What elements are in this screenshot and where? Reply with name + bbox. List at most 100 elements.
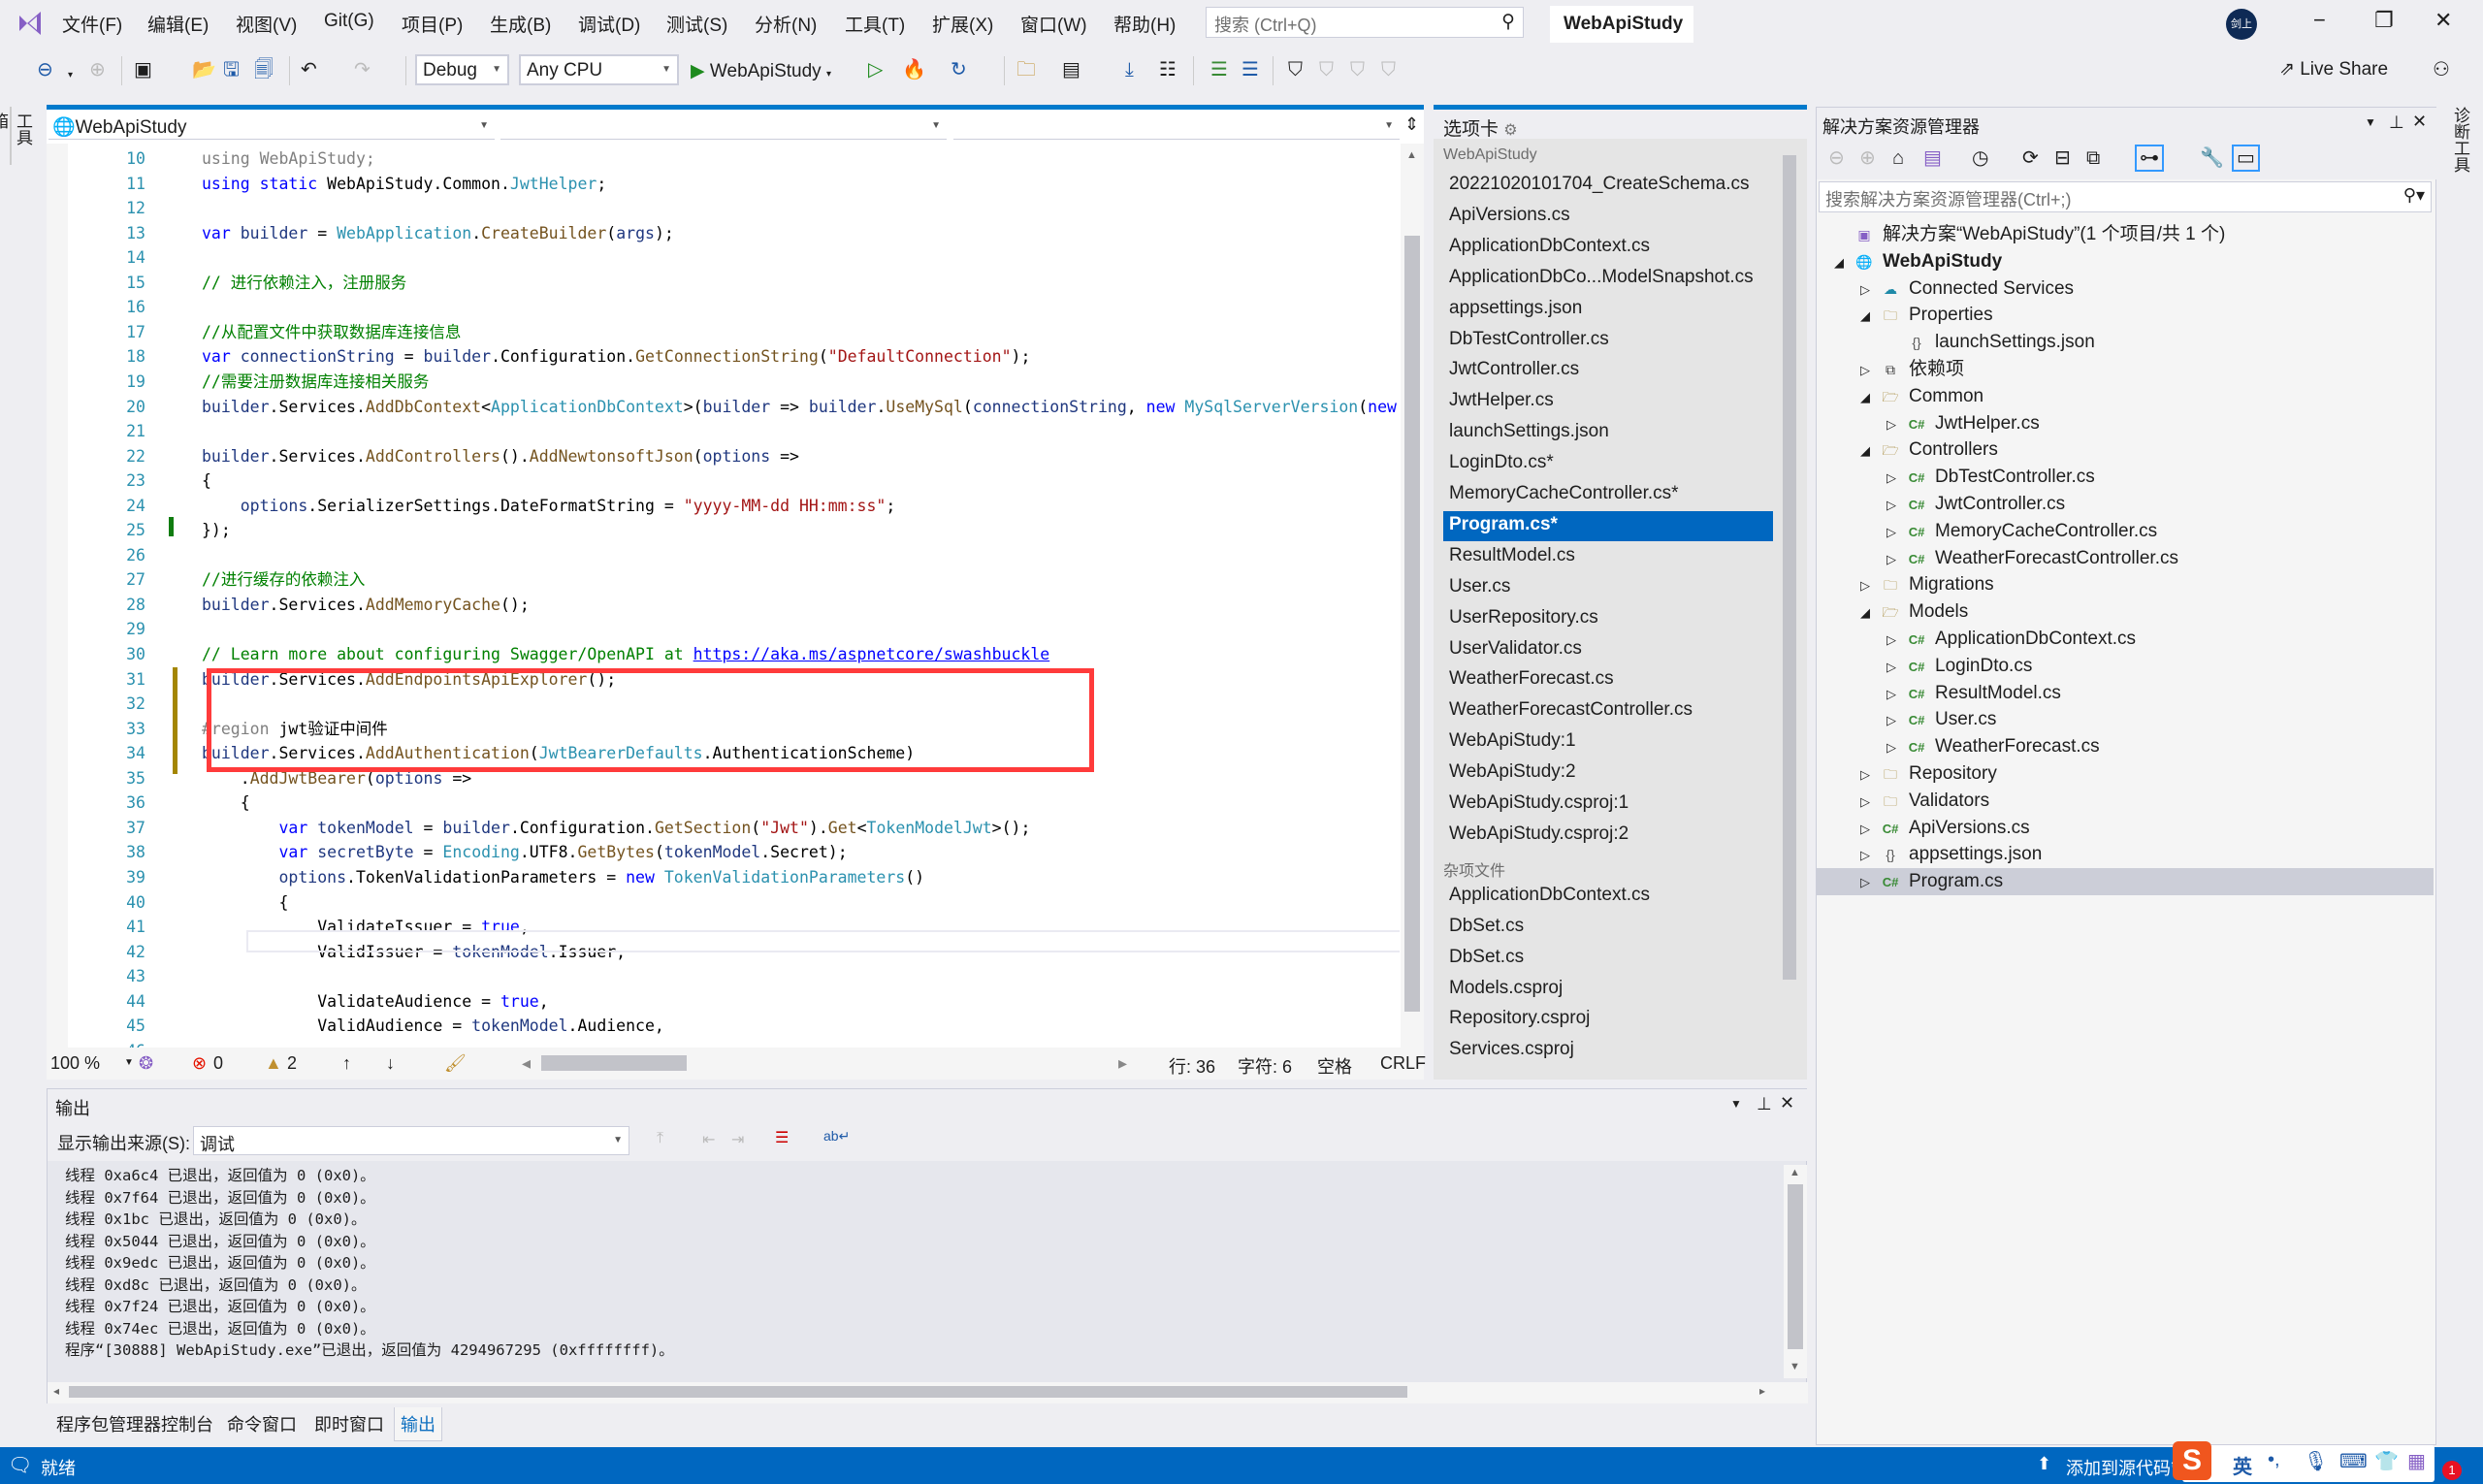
tab-entry[interactable]: LoginDto.cs* (1443, 449, 1773, 479)
output-vertical-scrollbar[interactable]: ▲ ▼ (1784, 1165, 1807, 1378)
pin-icon[interactable]: ⊥ (2389, 113, 2404, 133)
scroll-right-icon[interactable]: ▸ (1759, 1384, 1765, 1398)
prev-issue-icon[interactable]: ↑ (342, 1053, 351, 1074)
tree-item[interactable]: ▷ 🗀 Migrations (1817, 571, 2434, 598)
tree-item[interactable]: ▷ C# JwtController.cs (1817, 491, 2434, 518)
collapsed-arrow-icon[interactable]: ▷ (1886, 465, 1904, 492)
collapsed-arrow-icon[interactable]: ▷ (1886, 734, 1904, 761)
forward-icon[interactable]: ⊕ (89, 58, 106, 81)
switch-views-icon[interactable]: ▤ (1923, 146, 1942, 170)
intellicode-icon[interactable]: ❂ (139, 1053, 153, 1074)
punctuation-icon[interactable]: •, (2268, 1449, 2280, 1471)
scroll-down-icon[interactable]: ▼ (1790, 1361, 1800, 1372)
save-all-icon[interactable]: 🗐 (254, 58, 274, 81)
keyboard-icon[interactable]: ⌨ (2339, 1449, 2368, 1473)
collapsed-arrow-icon[interactable]: ▷ (1860, 357, 1878, 384)
tab-entry[interactable]: MemoryCacheController.cs* (1443, 480, 1773, 510)
menu-item[interactable]: 工具(T) (845, 11, 905, 37)
menu-item[interactable]: 帮助(H) (1113, 11, 1176, 37)
minimize-button[interactable]: − (2313, 8, 2326, 33)
show-all-files-icon[interactable]: ⧉ (2086, 146, 2100, 170)
expanded-arrow-icon[interactable]: ◢ (1860, 437, 1878, 465)
collapsed-arrow-icon[interactable]: ▷ (1886, 546, 1904, 573)
diagnostic-tools-tab[interactable]: 诊断工具 (2448, 107, 2472, 179)
notification-badge[interactable]: 1 (2442, 1461, 2462, 1480)
properties-wrench-icon[interactable]: 🔧 (2200, 146, 2224, 170)
scroll-up-icon[interactable]: ▲ (1406, 149, 1417, 161)
refresh-icon[interactable]: ↻ (951, 58, 967, 81)
collapsed-arrow-icon[interactable]: ▷ (1860, 842, 1878, 869)
menu-item[interactable]: 扩展(X) (932, 11, 993, 37)
scroll-thumb[interactable] (1404, 236, 1420, 1012)
tree-item[interactable]: ◢ 🗀 Properties (1817, 302, 2434, 329)
type-nav-dropdown[interactable]: ▼ (500, 113, 947, 140)
clear-all-icon[interactable]: ☰ (775, 1128, 789, 1147)
pending-changes-icon[interactable]: ◷ (1972, 146, 1988, 170)
tab-entry[interactable]: DbTestController.cs (1443, 326, 1773, 356)
horizontal-scroll-thumb[interactable] (541, 1055, 687, 1071)
home-icon[interactable]: ⌂ (1892, 146, 1904, 170)
tab-entry[interactable]: WebApiStudy.csproj:1 (1443, 790, 1773, 820)
bottom-tab[interactable]: 输出 (394, 1407, 442, 1441)
scroll-right-icon[interactable]: ▸ (1118, 1053, 1127, 1074)
scroll-up-icon[interactable]: ▲ (1790, 1167, 1800, 1178)
tree-item[interactable]: {} launchSettings.json (1817, 329, 2434, 356)
solution-search-input[interactable]: 搜索解决方案资源管理器(Ctrl+;) ⚲▾ (1819, 181, 2432, 212)
tab-entry[interactable]: Services.csproj (1443, 1036, 1773, 1066)
tree-item[interactable]: ▷ ☁ Connected Services (1817, 275, 2434, 303)
open-file-icon[interactable]: 📂 (192, 58, 216, 81)
close-window-button[interactable]: ✕ (2435, 8, 2452, 33)
tab-entry[interactable]: 20221020101704_CreateSchema.cs (1443, 171, 1773, 201)
feedback-icon[interactable]: ⚇ (2433, 58, 2450, 81)
tab-entry[interactable]: UserRepository.cs (1443, 604, 1773, 634)
word-wrap-icon[interactable]: ab↵ (823, 1128, 850, 1145)
microphone-icon[interactable]: 🎙 (2304, 1449, 2328, 1473)
tree-item[interactable]: ▷ C# LoginDto.cs (1817, 653, 2434, 680)
new-project-icon[interactable]: ▣ (134, 58, 152, 81)
collapsed-arrow-icon[interactable]: ▷ (1860, 276, 1878, 304)
step-icon[interactable]: ⤓ (1125, 58, 1134, 81)
collapsed-arrow-icon[interactable]: ▷ (1860, 816, 1878, 843)
bottom-tab[interactable]: 命令窗口 (221, 1407, 303, 1440)
tree-item[interactable]: ▷ C# ApiVersions.cs (1817, 815, 2434, 842)
tab-entry[interactable]: ApplicationDbContext.cs (1443, 882, 1773, 912)
collapsed-arrow-icon[interactable]: ▷ (1886, 519, 1904, 546)
redo-icon[interactable]: ↷ (354, 58, 371, 81)
comment-icon[interactable]: ☰ (1210, 58, 1228, 81)
menu-item[interactable]: Git(G) (324, 11, 374, 32)
collapsed-arrow-icon[interactable]: ▷ (1886, 654, 1904, 681)
scroll-left-icon[interactable]: ◂ (522, 1053, 531, 1074)
member-nav-dropdown[interactable]: ▼ (953, 113, 1400, 140)
close-icon[interactable]: ✕ (2412, 112, 2427, 132)
tab-entry[interactable]: WeatherForecastController.cs (1443, 696, 1773, 726)
warning-count[interactable]: 2 (287, 1053, 297, 1074)
collapsed-arrow-icon[interactable]: ▷ (1886, 627, 1904, 654)
save-icon[interactable]: 🖫 (223, 58, 240, 81)
tab-entry[interactable]: Models.csproj (1443, 975, 1773, 1005)
menu-item[interactable]: 分析(N) (755, 11, 817, 37)
expanded-arrow-icon[interactable]: ◢ (1834, 249, 1852, 276)
error-icon[interactable]: ⊗ (192, 1053, 207, 1074)
search-input[interactable]: 搜索 (Ctrl+Q) ⚲ (1206, 7, 1524, 38)
menu-item[interactable]: 视图(V) (236, 11, 297, 37)
tree-item[interactable]: ▷ C# MemoryCacheController.cs (1817, 518, 2434, 545)
tree-item[interactable]: ▷ C# WeatherForecast.cs (1817, 733, 2434, 760)
toolbox-grid-icon[interactable]: ▦ (2407, 1449, 2426, 1473)
tree-item[interactable]: ◢ 🗁 Common (1817, 383, 2434, 410)
tab-entry[interactable]: ApplicationDbContext.cs (1443, 233, 1773, 263)
tab-entry[interactable]: WebApiStudy:1 (1443, 727, 1773, 758)
tab-entry[interactable]: ResultModel.cs (1443, 542, 1773, 572)
upload-arrow-icon[interactable]: ⬆ (2037, 1454, 2051, 1474)
project-nav-dropdown[interactable]: 🌐WebApiStudy ▼ (48, 113, 495, 140)
tab-entry[interactable]: WebApiStudy:2 (1443, 758, 1773, 789)
clear-bookmarks-icon[interactable]: ⛉ (1381, 58, 1396, 81)
scroll-thumb[interactable] (1788, 1184, 1803, 1349)
collapse-all-icon[interactable]: ⊟ (2054, 146, 2071, 170)
back-icon[interactable]: ⊖ (1828, 146, 1845, 170)
tree-item[interactable]: ▷ C# Program.cs (1817, 868, 2434, 896)
indent-mode[interactable]: 空格 (1317, 1053, 1352, 1079)
find-message-icon[interactable]: ⤒ (657, 1130, 663, 1147)
expanded-arrow-icon[interactable]: ◢ (1860, 303, 1878, 330)
platform-dropdown[interactable]: Any CPU ▼ (519, 54, 679, 85)
dropdown-arrow-icon[interactable]: ▼ (2365, 115, 2376, 129)
